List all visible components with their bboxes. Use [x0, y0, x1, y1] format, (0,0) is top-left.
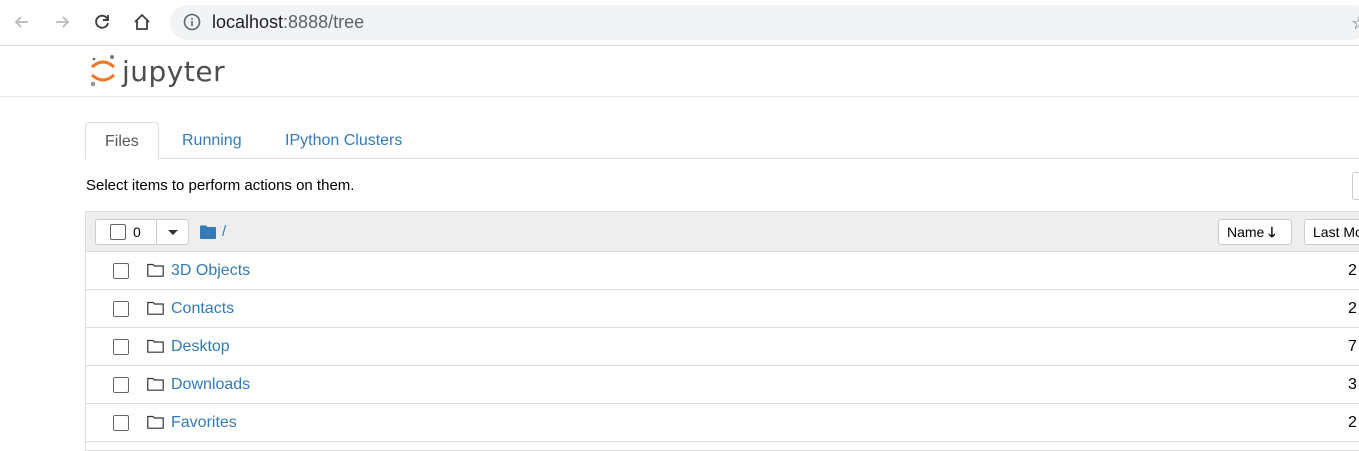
breadcrumb[interactable]: /	[200, 223, 226, 240]
tab-files[interactable]: Files	[85, 122, 159, 160]
item-modified: 7	[1348, 338, 1357, 355]
toolbar-button-partial[interactable]	[1352, 172, 1359, 200]
back-button[interactable]	[8, 8, 36, 36]
home-icon	[134, 13, 150, 30]
info-icon[interactable]	[183, 13, 201, 31]
tab-ipython-clusters[interactable]: IPython Clusters	[266, 122, 421, 159]
arrow-left-icon	[14, 16, 28, 28]
logo-text: jupyter	[122, 54, 226, 88]
row-checkbox[interactable]	[113, 415, 129, 431]
row-checkbox[interactable]	[113, 377, 129, 393]
row-checkbox[interactable]	[113, 301, 129, 317]
folder-outline-icon	[147, 301, 164, 315]
bookmark-star-icon[interactable]: ☆	[1351, 13, 1359, 34]
item-name-link[interactable]: 3D Objects	[171, 262, 250, 280]
jupyter-header: jupyter	[0, 46, 1359, 97]
tab-bar: Files Running IPython Clusters	[85, 122, 1359, 160]
list-item: Desktop 7	[86, 328, 1359, 366]
tab-running[interactable]: Running	[163, 122, 261, 159]
folder-outline-icon	[147, 377, 164, 391]
file-list-header: 0 / Name 🡓 Last Mo	[86, 212, 1359, 252]
folder-outline-icon	[147, 339, 164, 353]
item-modified: 3	[1348, 376, 1357, 393]
item-name-link[interactable]: Desktop	[171, 338, 230, 356]
select-dropdown-button[interactable]	[157, 219, 189, 245]
item-name-link[interactable]: Contacts	[171, 300, 234, 318]
jupyter-logo-icon	[90, 55, 116, 87]
row-checkbox[interactable]	[113, 339, 129, 355]
folder-icon	[200, 225, 216, 239]
home-button[interactable]	[128, 8, 156, 36]
list-item: 3D Objects 2	[86, 252, 1359, 290]
item-name-link[interactable]: Favorites	[171, 414, 237, 432]
select-all-group: 0	[95, 219, 189, 245]
browser-toolbar: localhost:8888/tree ☆	[0, 0, 1359, 46]
reload-icon	[95, 14, 109, 29]
list-item: Favorites 2	[86, 404, 1359, 442]
forward-button[interactable]	[48, 8, 76, 36]
folder-outline-icon	[147, 263, 164, 277]
selection-hint: Select items to perform actions on them.	[86, 177, 355, 194]
file-list: 0 / Name 🡓 Last Mo 3D Objects 2 Contacts…	[85, 211, 1359, 451]
item-modified: 2	[1348, 414, 1357, 431]
row-checkbox[interactable]	[113, 263, 129, 279]
select-all-checkbox[interactable]	[110, 224, 126, 240]
item-modified: 2	[1348, 300, 1357, 317]
url-text: localhost:8888/tree	[212, 12, 365, 32]
arrow-down-icon: 🡓	[1268, 224, 1276, 240]
address-bar[interactable]: localhost:8888/tree ☆	[170, 5, 1359, 40]
item-name-link[interactable]: Downloads	[171, 376, 250, 394]
item-modified: 2	[1348, 262, 1357, 279]
folder-outline-icon	[147, 415, 164, 429]
jupyter-logo[interactable]: jupyter	[88, 53, 225, 89]
breadcrumb-root[interactable]: /	[222, 223, 226, 240]
sort-by-last-modified-button[interactable]: Last Mo	[1304, 219, 1359, 245]
list-item: Downloads 3	[86, 366, 1359, 404]
selected-count: 0	[133, 224, 141, 240]
reload-button[interactable]	[88, 8, 116, 36]
sort-by-name-button[interactable]: Name 🡓	[1218, 219, 1292, 245]
arrow-right-icon	[56, 16, 70, 28]
caret-down-icon	[167, 229, 178, 235]
select-all-box[interactable]: 0	[95, 219, 157, 245]
list-item: Contacts 2	[86, 290, 1359, 328]
